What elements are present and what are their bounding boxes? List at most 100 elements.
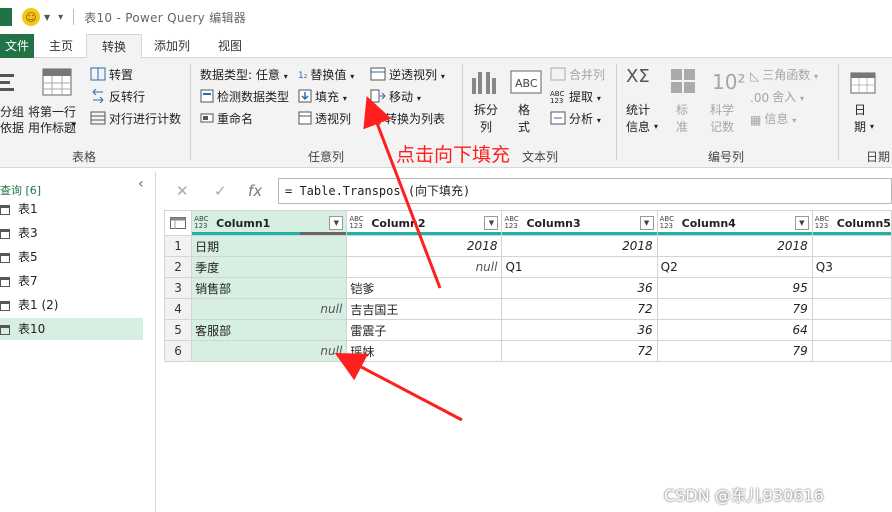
query-item-5[interactable]: 表5	[0, 246, 143, 268]
table-cell[interactable]: null	[191, 298, 348, 320]
first-row-header-button[interactable]: 将第一行 用作标题	[28, 104, 76, 136]
fx-icon[interactable]: fx	[248, 182, 262, 200]
table-cell[interactable]: 日期	[191, 235, 348, 257]
query-item-3[interactable]: 表3	[0, 222, 143, 244]
table-cell[interactable]: 64	[656, 319, 813, 341]
first-row-header-icon[interactable]	[42, 68, 72, 101]
format-icon[interactable]: ABC	[510, 70, 542, 99]
formula-input[interactable]: = Table.Transpos (向下填充)	[278, 178, 892, 204]
group-by-icon[interactable]	[0, 70, 16, 99]
table-cell[interactable]: 72	[501, 340, 658, 362]
table-cell[interactable]: 雷震子	[346, 319, 503, 341]
chevron-down-icon[interactable]: ▾	[870, 122, 874, 131]
table-cell[interactable]: Q3	[811, 256, 892, 278]
statistics-button[interactable]: 统计 信息	[626, 102, 650, 136]
row-number[interactable]: 5	[164, 319, 193, 341]
table-cell[interactable]: null	[346, 256, 503, 278]
table-cell[interactable]: 吉吉国王	[346, 298, 503, 320]
row-number[interactable]: 2	[164, 256, 193, 278]
filter-dropdown-icon[interactable]: ▼	[329, 216, 344, 230]
query-item-7[interactable]: 表7	[0, 270, 143, 292]
check-icon[interactable]: ✓	[214, 182, 227, 200]
tab-transform[interactable]: 转换	[86, 34, 142, 59]
collapse-icon[interactable]: ‹	[138, 176, 144, 192]
type-abc123-icon[interactable]: ABC 123	[660, 216, 678, 230]
query-item-1[interactable]: 表1	[0, 198, 143, 220]
split-column-button[interactable]: 拆分 列	[474, 102, 498, 136]
to-list-button[interactable]: 转换为列表	[370, 110, 445, 128]
statistics-icon[interactable]: XΣ	[626, 66, 650, 87]
row-number[interactable]: 1	[164, 235, 193, 257]
quick-access-icon[interactable]: ▾	[58, 12, 63, 23]
tab-file[interactable]: 文件	[0, 34, 34, 58]
table-cell[interactable]	[811, 235, 892, 257]
replace-values-button[interactable]: 1₂ 替换值 ▾	[298, 66, 354, 83]
smiley-icon[interactable]: ☺	[22, 8, 40, 26]
rename-button[interactable]: 重命名	[200, 110, 253, 128]
calendar-icon[interactable]	[850, 70, 876, 97]
unpivot-button[interactable]: 逆透视列 ▾	[370, 66, 445, 84]
table-cell[interactable]: 2018	[501, 235, 658, 257]
count-rows-button[interactable]: 对行进行计数	[90, 110, 181, 128]
table-cell[interactable]: 销售部	[191, 277, 348, 299]
table-cell[interactable]: 季度	[191, 256, 348, 278]
query-item-10[interactable]: 表10	[0, 318, 143, 340]
format-button[interactable]: 格 式	[518, 102, 530, 136]
cancel-icon[interactable]: ✕	[176, 182, 189, 200]
detect-type-button[interactable]: 检测数据类型	[200, 88, 289, 106]
group-by-button[interactable]: 分组 依据	[0, 104, 24, 136]
table-cell[interactable]: null	[191, 340, 348, 362]
column-header-3[interactable]: ABC 123 Column3 ▼	[501, 210, 658, 236]
query-item-1-2[interactable]: 表1 (2)	[0, 294, 143, 316]
type-abc123-icon[interactable]: ABC 123	[815, 216, 833, 230]
table-cell[interactable]: 79	[656, 298, 813, 320]
table-cell[interactable]: Q2	[656, 256, 813, 278]
table-cell[interactable]: 79	[656, 340, 813, 362]
column-header-5[interactable]: ABC 123 Column5	[811, 210, 892, 236]
parse-button[interactable]: 分析 ▾	[550, 110, 601, 128]
table-cell[interactable]: 铠爹	[346, 277, 503, 299]
column-header-1[interactable]: ABC 123 Column1 ▼	[191, 210, 348, 236]
table-cell[interactable]: 36	[501, 277, 658, 299]
column-header-4[interactable]: ABC 123 Column4 ▼	[656, 210, 813, 236]
table-menu-corner[interactable]	[164, 210, 193, 236]
tab-home[interactable]: 主页	[38, 34, 84, 58]
pivot-column-button[interactable]: 透视列	[298, 110, 351, 128]
split-column-icon[interactable]	[470, 68, 498, 99]
filter-dropdown-icon[interactable]: ▼	[639, 216, 654, 230]
chevron-down-icon[interactable]: ▾	[72, 120, 76, 129]
filter-dropdown-icon[interactable]: ▼	[484, 216, 499, 230]
type-abc123-icon[interactable]: ABC 123	[349, 216, 367, 230]
chevron-down-icon[interactable]: ▾	[654, 122, 658, 131]
move-button[interactable]: 移动 ▾	[370, 88, 421, 106]
table-cell[interactable]	[811, 277, 892, 299]
row-number[interactable]: 4	[164, 298, 193, 320]
count-rows-label: 对行进行计数	[109, 112, 182, 126]
extract-button[interactable]: ABC 123 提取 ▾	[550, 88, 601, 105]
type-abc123-icon[interactable]: ABC 123	[504, 216, 522, 230]
table-cell[interactable]: Q1	[501, 256, 658, 278]
reverse-rows-button[interactable]: 反转行	[90, 88, 145, 106]
type-abc123-icon[interactable]: ABC 123	[194, 216, 212, 230]
filter-dropdown-icon[interactable]: ▼	[794, 216, 809, 230]
data-type-dropdown[interactable]: 数据类型: 任意 ▾	[200, 66, 288, 83]
table-cell[interactable]	[811, 340, 892, 362]
table-cell[interactable]	[811, 319, 892, 341]
date-button[interactable]: 日 期	[854, 102, 866, 136]
tab-add-column[interactable]: 添加列	[144, 34, 200, 58]
fill-button[interactable]: 填充 ▾	[298, 88, 347, 106]
tab-view[interactable]: 视图	[206, 34, 254, 58]
transpose-button[interactable]: 转置	[90, 66, 133, 84]
table-cell[interactable]: 2018	[346, 235, 503, 257]
table-cell[interactable]: 2018	[656, 235, 813, 257]
chevron-down-icon[interactable]: ▼	[44, 13, 50, 22]
table-cell[interactable]: 瑶妹	[346, 340, 503, 362]
table-cell[interactable]: 72	[501, 298, 658, 320]
row-number[interactable]: 3	[164, 277, 193, 299]
table-cell[interactable]: 95	[656, 277, 813, 299]
table-cell[interactable]: 客服部	[191, 319, 348, 341]
row-number[interactable]: 6	[164, 340, 193, 362]
table-cell[interactable]	[811, 298, 892, 320]
table-cell[interactable]: 36	[501, 319, 658, 341]
column-header-2[interactable]: ABC 123 Column2 ▼	[346, 210, 503, 236]
